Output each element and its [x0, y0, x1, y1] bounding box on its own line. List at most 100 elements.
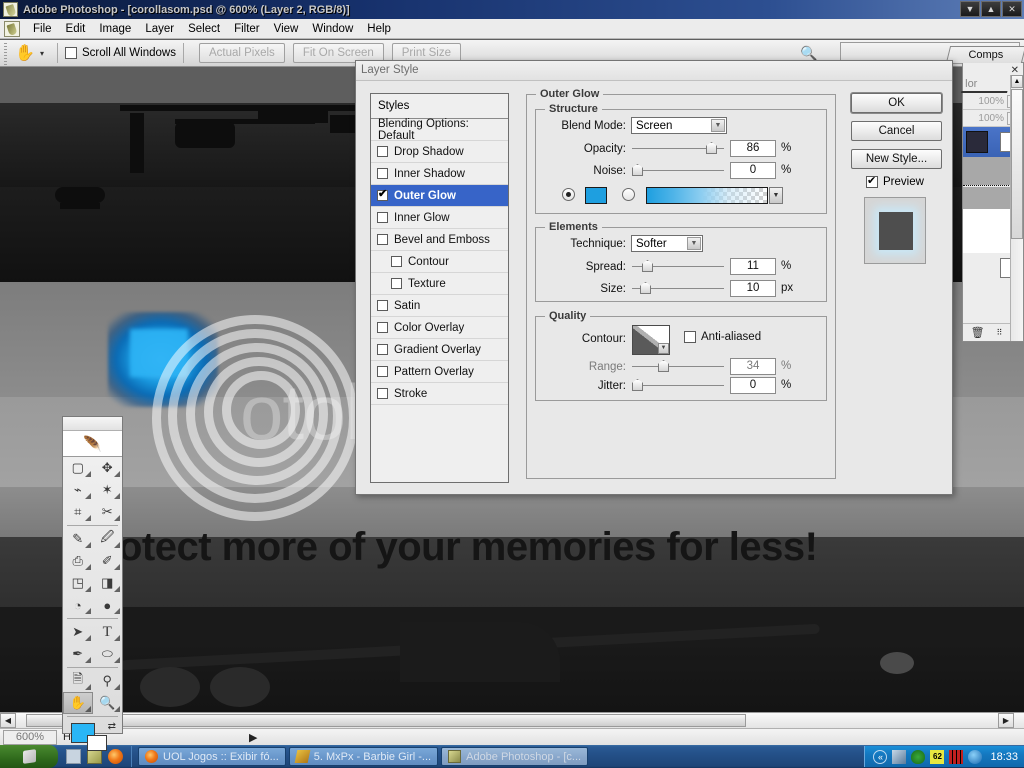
style-color-overlay[interactable]: Color Overlay — [371, 317, 508, 339]
style-bevel-and-emboss[interactable]: Bevel and Emboss — [371, 229, 508, 251]
document-horizontal-scrollbar[interactable]: ◀ ▶ — [0, 712, 1024, 728]
style-checkbox[interactable] — [377, 300, 388, 311]
glow-gradient-preview[interactable]: ▼ — [646, 187, 783, 204]
style-checkbox[interactable] — [377, 234, 388, 245]
jitter-slider[interactable] — [632, 377, 724, 394]
menu-help[interactable]: Help — [360, 21, 398, 37]
styles-list[interactable]: Styles Blending Options: Default Drop Sh… — [370, 93, 509, 483]
magic-wand-tool[interactable]: ✶ — [93, 479, 123, 501]
taskbar-clock[interactable]: 18:33 — [990, 751, 1018, 763]
zoom-tool[interactable]: 🔍 — [93, 692, 123, 714]
style-checkbox[interactable] — [377, 212, 388, 223]
scroll-up-icon[interactable]: ▲ — [1011, 75, 1023, 88]
dodge-tool[interactable]: ● — [93, 594, 123, 616]
taskbar-item-winamp[interactable]: 5. MxPx - Barbie Girl -... — [288, 747, 439, 766]
palette-dock[interactable]: ✕ lor 100% ▶ 100% ▶ — [961, 62, 1024, 342]
expand-icon[interactable]: « — [873, 749, 888, 764]
style-checkbox[interactable] — [377, 322, 388, 333]
tab-color[interactable]: lor — [961, 77, 1011, 93]
new-style-button[interactable]: New Style... — [851, 149, 942, 169]
hand-tool-icon[interactable]: ✋ — [12, 41, 38, 65]
anti-aliased-checkbox[interactable]: Anti-aliased — [684, 331, 761, 343]
menu-edit[interactable]: Edit — [59, 21, 93, 37]
style-gradient-overlay[interactable]: Gradient Overlay — [371, 339, 508, 361]
glow-gradient-radio[interactable] — [622, 188, 635, 201]
scrollbar-thumb[interactable] — [1011, 89, 1023, 239]
clone-stamp-tool[interactable]: ⎙ — [63, 550, 93, 572]
glow-color-radio[interactable] — [562, 188, 575, 201]
zoom-level-input[interactable]: 600% — [3, 729, 57, 745]
slice-tool[interactable]: ✂ — [93, 501, 123, 523]
trash-icon[interactable]: 🗑 — [971, 326, 985, 339]
jitter-input[interactable]: 0 — [730, 377, 776, 394]
gradient-tool[interactable]: ◨ — [93, 572, 123, 594]
meter-icon[interactable] — [949, 749, 964, 764]
slider-knob[interactable] — [658, 360, 669, 372]
pen-tool[interactable]: ✒ — [63, 643, 93, 665]
brush-tool[interactable]: 🖉 — [93, 528, 123, 550]
type-tool[interactable]: T — [93, 621, 123, 643]
size-input[interactable]: 10 — [730, 280, 776, 297]
ellipse-tool[interactable]: ⬭ — [93, 643, 123, 665]
range-input[interactable]: 34 — [730, 358, 776, 375]
history-brush-tool[interactable]: ✐ — [93, 550, 123, 572]
style-checkbox[interactable] — [377, 187, 388, 201]
status-menu-arrow-icon[interactable]: ▶ — [249, 731, 257, 744]
palette-scrollbar[interactable]: ▲ — [1010, 75, 1023, 341]
style-inner-glow[interactable]: Inner Glow — [371, 207, 508, 229]
notes-tool[interactable]: 🗎 — [63, 670, 93, 692]
minimize-button[interactable]: ▼ — [960, 1, 980, 17]
noise-slider[interactable] — [632, 162, 724, 179]
path-selection-tool[interactable]: ➤ — [63, 621, 93, 643]
technique-select[interactable]: Softer ▼ — [631, 235, 703, 252]
actual-pixels-button[interactable]: Actual Pixels — [198, 43, 285, 63]
start-button[interactable] — [0, 745, 58, 768]
style-checkbox[interactable] — [391, 256, 402, 267]
style-blending-options[interactable]: Blending Options: Default — [371, 118, 508, 142]
chevron-down-icon[interactable]: ▼ — [658, 343, 669, 354]
preview-checkbox[interactable]: Preview — [866, 174, 924, 188]
style-checkbox[interactable] — [377, 388, 388, 399]
toolbox-palette[interactable]: 🪶 ▢ ✥ ⌁ ✶ ⌗ ✂ ✎ 🖉 ⎙ ✐ ◳ ◨ ◔ ● ➤ T ✒ ⬭ 🗎 … — [62, 416, 123, 751]
menu-layer[interactable]: Layer — [138, 21, 181, 37]
style-checkbox[interactable] — [377, 168, 388, 179]
glow-color-swatch[interactable] — [585, 187, 607, 204]
move-tool[interactable]: ✥ — [93, 457, 123, 479]
lasso-tool[interactable]: ⌁ — [63, 479, 93, 501]
healing-brush-tool[interactable]: ✎ — [63, 528, 93, 550]
crop-tool[interactable]: ⌗ — [63, 501, 93, 523]
range-slider[interactable] — [632, 358, 724, 375]
cancel-button[interactable]: Cancel — [851, 121, 942, 141]
slider-knob[interactable] — [632, 379, 643, 391]
opacity-slider[interactable] — [632, 140, 724, 157]
opacity-input[interactable]: 86 — [730, 140, 776, 157]
menu-window[interactable]: Window — [305, 21, 360, 37]
slider-knob[interactable] — [642, 260, 653, 272]
style-checkbox[interactable] — [377, 366, 388, 377]
style-texture[interactable]: Texture — [371, 273, 508, 295]
marquee-tool[interactable]: ▢ — [63, 457, 93, 479]
background-color-swatch[interactable] — [87, 735, 107, 751]
chevron-down-icon[interactable]: ▼ — [769, 187, 783, 204]
options-bar-grip[interactable] — [2, 41, 10, 65]
eyedropper-tool[interactable]: ⚲ — [93, 670, 123, 692]
menu-filter[interactable]: Filter — [227, 21, 267, 37]
contour-preview[interactable]: ▼ — [632, 325, 670, 355]
menu-select[interactable]: Select — [181, 21, 227, 37]
chevron-down-icon[interactable]: ▼ — [711, 119, 725, 132]
size-slider[interactable] — [632, 280, 724, 297]
blur-tool[interactable]: ◔ — [63, 594, 93, 616]
blend-mode-select[interactable]: Screen ▼ — [631, 117, 727, 134]
tab-comps[interactable]: Comps — [945, 46, 1024, 63]
style-satin[interactable]: Satin — [371, 295, 508, 317]
style-checkbox[interactable] — [391, 278, 402, 289]
menu-image[interactable]: Image — [92, 21, 138, 37]
grid-icon[interactable]: ⠿ — [997, 328, 1003, 337]
network-icon[interactable] — [892, 749, 907, 764]
messenger-icon[interactable] — [968, 749, 983, 764]
style-checkbox[interactable] — [377, 146, 388, 157]
tool-preset-caret-icon[interactable]: ▾ — [38, 49, 50, 58]
style-stroke[interactable]: Stroke — [371, 383, 508, 405]
style-contour[interactable]: Contour — [371, 251, 508, 273]
battery-62-icon[interactable]: 62 — [930, 749, 945, 764]
